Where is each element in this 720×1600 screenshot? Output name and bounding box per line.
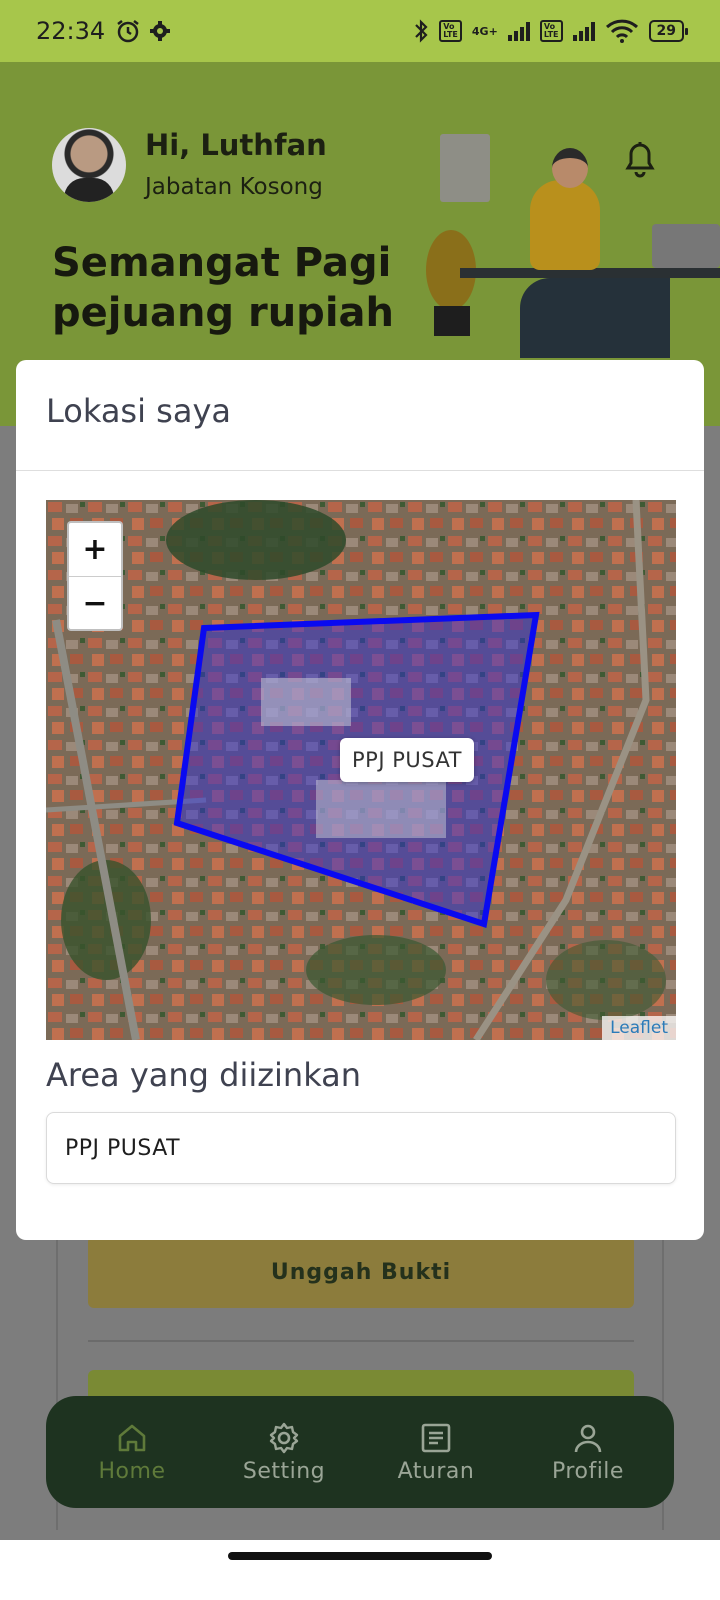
dialog-divider [16,470,704,471]
signal-icon-2 [572,21,595,41]
location-map[interactable]: + − PPJ PUSAT Leaflet [46,500,676,1040]
home-indicator[interactable] [228,1552,492,1560]
motto-line-1: Semangat Pagi [52,240,392,286]
location-dialog: Lokasi saya + − PPJ PUSAT Leaflet Area y… [16,360,704,1240]
role-text: Jabatan Kosong [145,174,323,200]
zoom-in-button[interactable]: + [69,523,121,576]
nav-item-home[interactable]: Home [62,1421,202,1484]
nav-item-profile[interactable]: Profile [518,1421,658,1484]
illustration-laptop [652,224,720,268]
gear-icon [150,21,171,41]
nav-label-home: Home [98,1458,166,1484]
divider [88,1340,634,1342]
illustration-legs [520,278,670,358]
home-icon [118,1424,146,1451]
illustration-calendar [440,134,490,202]
zoom-controls: + − [67,521,123,631]
wifi-icon [605,19,638,43]
nav-item-setting[interactable]: Setting [214,1421,354,1484]
illustration-person [530,180,600,270]
nav-label-profile: Profile [552,1458,624,1484]
user-icon [574,1424,602,1452]
volte-badge-2: Vo LTE [539,20,563,42]
illustration-head [552,148,588,188]
system-nav-bar [0,1540,720,1600]
gear-icon [269,1422,299,1453]
allowed-area-label: Area yang diizinkan [46,1056,362,1094]
nav-label-aturan: Aturan [397,1458,475,1484]
bluetooth-icon [415,19,428,43]
motto-line-2: pejuang rupiah [52,290,394,336]
network-type: 4G+ [471,24,498,38]
map-attribution-link[interactable]: Leaflet [602,1016,676,1040]
status-time: 22:34 [36,17,106,45]
illustration-pot [434,306,470,336]
nav-item-aturan[interactable]: Aturan [366,1421,506,1484]
battery-icon: 29 [648,20,689,42]
document-icon [421,1423,451,1452]
dialog-title: Lokasi saya [46,392,231,430]
nav-label-setting: Setting [242,1458,326,1484]
motto-text: Semangat Pagi pejuang rupiah [52,238,422,338]
bell-icon[interactable] [622,138,658,178]
upload-proof-button[interactable]: Unggah Bukti [88,1236,634,1308]
bottom-navigation: Home Setting Aturan Profile [46,1396,674,1508]
volte-badge: Vo LTE [439,20,462,42]
zoom-out-button[interactable]: − [69,576,121,629]
signal-icon [507,21,530,41]
avatar[interactable] [52,128,126,202]
greeting-text: Hi, Luthfan [145,128,327,162]
alarm-icon [117,20,139,43]
area-tooltip: PPJ PUSAT [340,738,475,782]
status-bar: 22:34 Vo LTE 4G+ Vo LTE 29 [0,0,720,62]
allowed-area-field[interactable]: PPJ PUSAT [46,1112,676,1184]
